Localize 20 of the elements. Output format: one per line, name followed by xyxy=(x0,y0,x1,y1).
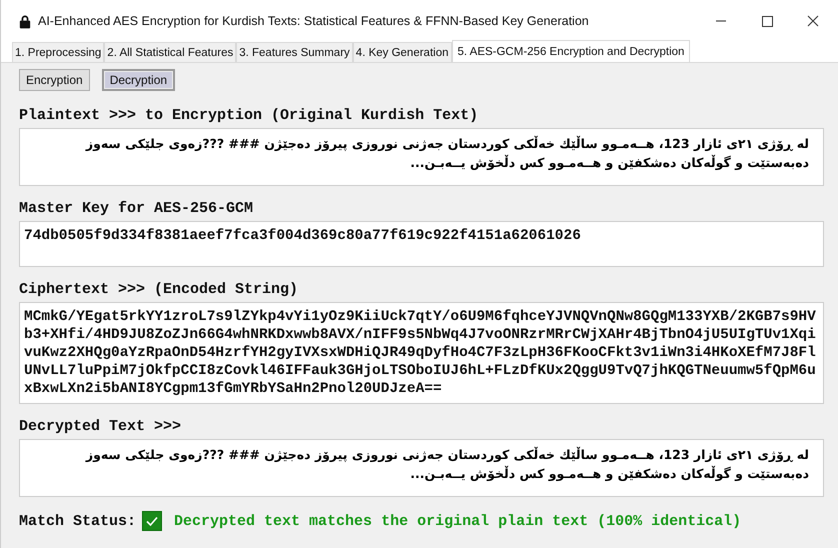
text-area[interactable]: له ڕۆژی ٢١ی ئازار 123، هــەمـوو ساڵێك خەڵكی كوردستان جەژنی نوروزی پیرۆز دەجێژن ### ???زەوی جلێكی سەوز دەبەستێت و گوڵەكان دەشكفێن و هــەمـوو كس دڵخۆش یــەبـن... xyxy=(19,439,824,497)
tab[interactable]: 3. Features Summary xyxy=(236,42,353,62)
match-message: Decrypted text matches the original plain text (100% identical) xyxy=(174,512,742,530)
tab[interactable]: 4. Key Generation xyxy=(352,42,452,62)
lock-icon xyxy=(19,14,31,28)
match-status-label: Match Status: xyxy=(19,512,136,530)
tab[interactable]: 1. Preprocessing xyxy=(12,42,104,62)
section-label: Decrypted Text >>> xyxy=(19,418,182,435)
window-title: AI-Enhanced AES Encryption for Kurdish Texts: Statistical Features & FFNN-Based Key Generation xyxy=(38,14,589,28)
mode-button[interactable]: Decryption xyxy=(102,69,176,91)
tab[interactable]: 5. AES-GCM-256 Encryption and Decryption xyxy=(452,40,690,62)
text-area[interactable]: له ڕۆژی ٢١ی ئازار 123، هــەمـوو ساڵێك خەڵكی كوردستان جەژنی نوروزی پیرۆز دەجێژن ### ???زەوی جلێكی سەوز دەبەستێت و گوڵەكان دەشكفێن و هــەمـوو كس دڵخۆش یــەبـن... xyxy=(19,128,824,186)
tab[interactable]: 2. All Statistical Features xyxy=(104,42,236,62)
section-label: Master Key for AES-256-GCM xyxy=(19,200,254,217)
checkbox[interactable] xyxy=(142,511,162,531)
section-label: Plaintext >>> to Encryption (Original Kurdish Text) xyxy=(19,107,480,124)
section-label: Ciphertext >>> (Encoded String) xyxy=(19,281,300,298)
mode-button[interactable]: Encryption xyxy=(19,69,90,91)
text-area[interactable]: MCmkG/YEgat5rkYY1zroL7s9lZYkp4vYi1yOz9KiiUck7qtY/o6U9M6fqhceYJVNQVnQNw8GQgM133YXB/2KGB7s9HVb3+XHfi/4HD9JU8ZoZJn66G4whNRKDxwwb8AVX/nIFF9s5NbWq4J7voONRzrMRrCWjXAHr4BjTbnO4jU5UIgTUv1XqivuKwz2XHQg0aYzRpaOnD54HzrfYH2gyIVXsxWDHiQJR49qDyfHo4C7F3zLpH36FKooCFkt3v1iWn3i4HKoXEfM7J8FlUNvLL7luPpiM7jOkfpCCI8zCovkl46IFFauk3GHjoLTSOboIUJ6hL+FLzDfKUx2QggU9TvQ7jhKQGTNeuumw5fQpM6uxBxwLXn2i5bANI8YCgpm13fGmYRbYSaHn2Pnol20UDJzeA== xyxy=(19,302,824,404)
text-area[interactable]: 74db0505f9d334f8381aeef7fca3f004d369c80a77f619c922f4151a62061026 xyxy=(19,221,824,267)
